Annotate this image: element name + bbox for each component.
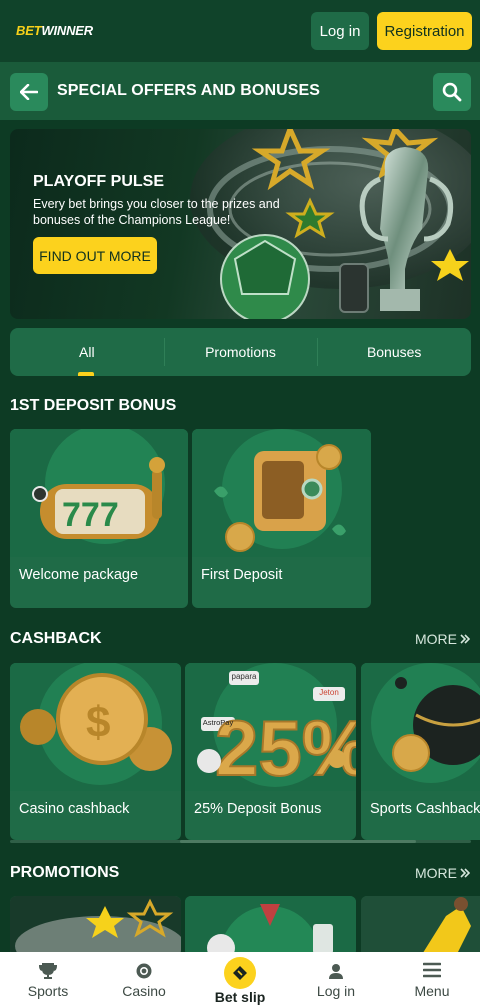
coins-icon: $ [10,663,181,791]
active-tab-indicator [78,372,94,376]
payment-badge-papara: papara [231,672,257,681]
chevron-double-right-icon [460,634,470,644]
login-button[interactable]: Log in [311,12,369,50]
art-text: 25% [215,704,356,791]
section-title-promotions: PROMOTIONS [10,864,120,881]
nav-item-bet-slip[interactable]: Bet slip [192,952,288,1008]
top-bar: BETWINNER Log in Registration [0,0,480,62]
payment-badge-jeton: Jeton [319,688,339,697]
banner-description: Every bet brings you closer to the prize… [33,197,280,227]
arrow-left-icon [20,84,38,100]
user-icon [329,964,343,979]
percent-icon: 25% [185,663,356,791]
casino-chip-icon [136,963,152,979]
card-label: Casino cashback [19,801,130,817]
svg-text:777: 777 [62,496,119,534]
trophy-icon [39,963,57,979]
section-header: SPECIAL OFFERS AND BONUSES [0,62,480,120]
bottom-navigation: Sports Casino Bet slip Log in Menu [0,952,480,1008]
sports-balls-icon [361,663,480,791]
bonus-card-sports-cashback[interactable]: Sports Cashback [361,663,480,840]
ticket-icon [233,966,247,980]
card-label: 25% Deposit Bonus [194,801,322,817]
back-button[interactable] [10,73,48,111]
slot-machine-icon: 777 [10,429,188,557]
registration-button[interactable]: Registration [377,12,472,50]
promo-card-stadium[interactable] [10,896,181,956]
card-label: First Deposit [201,567,283,583]
tab-all[interactable]: All [10,328,164,376]
nav-item-login[interactable]: Log in [288,952,384,1008]
card-label: Sports Cashback [370,801,480,817]
chevron-double-right-icon [460,868,470,878]
page-title: SPECIAL OFFERS AND BONUSES [57,82,321,99]
tab-bonuses[interactable]: Bonuses [317,328,471,376]
promo-banner[interactable]: PLAYOFF PULSE Every bet brings you close… [10,129,471,319]
filter-tabs: All Promotions Bonuses [10,328,471,376]
nav-item-menu[interactable]: Menu [384,952,480,1008]
nav-item-casino[interactable]: Casino [96,952,192,1008]
stadium-image [10,896,181,956]
promo-card-wheel[interactable] [185,896,356,956]
bet-slip-badge [224,957,256,989]
svg-text:$: $ [86,698,110,747]
section-title-cashback: CASHBACK [10,630,102,647]
section-title-first-deposit: 1ST DEPOSIT BONUS [10,397,177,414]
bonus-card-first-deposit[interactable]: First Deposit [192,429,371,608]
scrollbar-thumb[interactable] [180,840,416,843]
cashback-more-link[interactable]: MORE [415,631,470,647]
payment-badge-astropay: AstroPay [202,718,234,727]
prize-wheel-image [185,896,356,956]
promo-card-football[interactable] [361,896,480,956]
nav-item-sports[interactable]: Sports [0,952,96,1008]
bonus-card-casino-cashback[interactable]: $ Casino cashback [10,663,181,840]
search-icon [442,82,462,102]
search-button[interactable] [433,73,471,111]
hamburger-icon [423,962,441,978]
safe-icon [192,429,371,557]
promotions-more-link[interactable]: MORE [415,865,470,881]
tab-promotions[interactable]: Promotions [163,328,318,376]
betwinner-logo[interactable]: BETWINNER [16,23,93,38]
bonus-card-welcome-package[interactable]: 777 Welcome package [10,429,188,608]
card-label: Welcome package [19,567,139,583]
banner-title: PLAYOFF PULSE [33,173,164,190]
find-out-more-button[interactable]: FIND OUT MORE [33,237,157,274]
football-player-image [361,896,480,956]
horizontal-scrollbar[interactable] [10,840,471,843]
bonus-card-25-deposit[interactable]: 25% papara Jeton AstroPay 25% Deposit Bo… [185,663,356,840]
